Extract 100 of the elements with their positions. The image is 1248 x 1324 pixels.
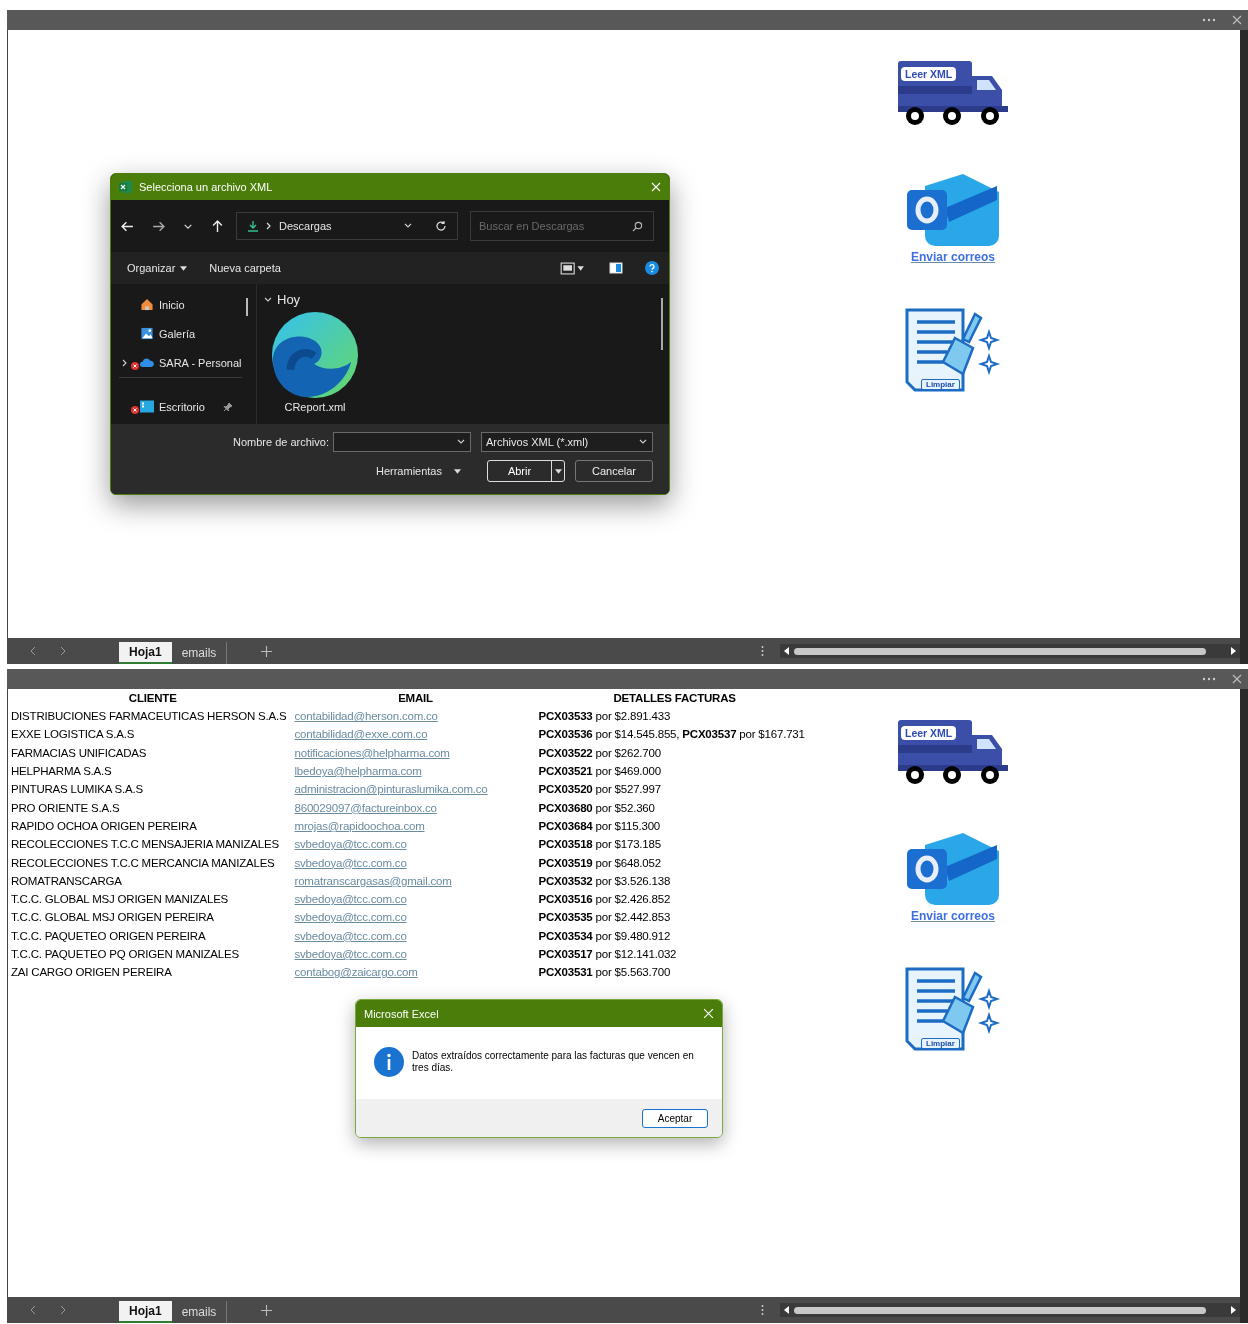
next-sheet-icon[interactable] xyxy=(59,1305,67,1315)
mail-app-icon xyxy=(905,831,1001,907)
client-cell: T.C.C. GLOBAL MSJ ORIGEN MANIZALES xyxy=(11,893,229,906)
add-sheet-icon[interactable] xyxy=(261,645,273,657)
cancel-button[interactable]: Cancelar xyxy=(575,460,653,482)
invoice-details-cell: PCX03521 por $469.000 xyxy=(538,765,661,778)
client-cell: ZAI CARGO ORIGEN PEREIRA xyxy=(11,966,172,979)
invoice-details-cell: PCX03680 por $52.360 xyxy=(538,801,655,814)
chevron-right-icon[interactable] xyxy=(121,358,129,367)
file-type-dropdown[interactable]: Archivos XML (*.xml) xyxy=(481,432,653,452)
send-mail-button[interactable]: Enviar correos xyxy=(905,831,1001,923)
clean-button[interactable]: Limpiar xyxy=(903,308,1003,394)
pin-icon xyxy=(222,401,233,412)
email-link[interactable]: notificaciones@helpharma.com xyxy=(294,746,450,759)
invoice-details-cell: PCX03517 por $12.141.032 xyxy=(538,948,677,960)
cloud-icon xyxy=(140,356,154,369)
previous-sheet-icon[interactable] xyxy=(29,646,37,656)
help-icon[interactable] xyxy=(645,261,659,275)
scroll-right-icon[interactable] xyxy=(1230,1306,1236,1314)
download-icon xyxy=(247,220,259,232)
email-link[interactable]: svbedoya@tcc.com.co xyxy=(294,838,407,851)
client-cell: EXXE LOGISTICA S.A.S xyxy=(11,728,135,741)
invoice-details-cell: PCX03520 por $527.997 xyxy=(538,783,661,796)
sheet-tab[interactable]: emails xyxy=(171,1301,228,1323)
leer-xml-button[interactable]: Leer XML xyxy=(897,60,1009,128)
email-link[interactable]: contabilidad@herson.com.co xyxy=(294,710,438,723)
nav-pane-item[interactable]: Inicio xyxy=(111,290,256,319)
client-cell: PINTURAS LUMIKA S.A.S xyxy=(11,783,143,796)
horizontal-scrollbar[interactable] xyxy=(780,644,1240,658)
spreadsheet-app-icon xyxy=(119,180,133,194)
scroll-left-icon[interactable] xyxy=(784,647,790,655)
truck-icon xyxy=(897,60,1009,128)
email-link[interactable]: administracion@pinturaslumika.com.co xyxy=(294,783,488,796)
send-mail-button[interactable]: Enviar correos xyxy=(905,172,1001,264)
email-link[interactable]: svbedoya@tcc.com.co xyxy=(294,929,407,942)
client-cell: T.C.C. PAQUETEO ORIGEN PEREIRA xyxy=(11,929,206,942)
horizontal-scrollbar[interactable] xyxy=(780,1303,1240,1317)
mail-app-icon xyxy=(905,172,1001,248)
clean-button[interactable]: Limpiar xyxy=(903,967,1003,1053)
sheet-tab[interactable]: emails xyxy=(171,642,228,664)
invoice-details-cell: PCX03536 por $14.545.855, PCX03537 por $167.731 xyxy=(538,728,805,741)
invoice-details-cell: PCX03531 por $5.563.700 xyxy=(538,966,671,979)
desktop-icon xyxy=(140,400,154,413)
group-header[interactable]: Hoy xyxy=(263,292,663,307)
email-link[interactable]: svbedoya@tcc.com.co xyxy=(294,856,407,869)
email-link[interactable]: svbedoya@tcc.com.co xyxy=(294,911,407,924)
email-link[interactable]: mrojas@rapidoochoa.com xyxy=(294,819,425,832)
up-arrow-icon[interactable] xyxy=(211,219,224,233)
open-button[interactable]: Abrir xyxy=(487,460,565,482)
more-icon[interactable] xyxy=(761,645,764,657)
email-link[interactable]: romatranscargasas@gmail.com xyxy=(294,874,452,887)
email-link[interactable]: svbedoya@tcc.com.co xyxy=(294,893,407,906)
back-arrow-icon[interactable] xyxy=(121,219,134,233)
close-icon[interactable] xyxy=(1232,674,1242,684)
client-cell: RECOLECCIONES T.C.C MENSAJERIA MANIZALES xyxy=(11,838,279,851)
refresh-icon[interactable] xyxy=(435,220,447,232)
scroll-right-icon[interactable] xyxy=(1230,647,1236,655)
forward-arrow-icon[interactable] xyxy=(152,219,165,233)
message-text: Datos extraídos correctamente para las facturas que vencen en tres días. xyxy=(412,1049,695,1075)
email-link[interactable]: contabilidad@exxe.com.co xyxy=(294,728,428,741)
new-folder-button[interactable]: Nueva carpeta xyxy=(209,262,281,274)
gallery-icon xyxy=(140,327,154,340)
nav-pane-item[interactable]: SARA - Personal xyxy=(111,348,256,377)
field-label: Nombre de archivo: xyxy=(233,436,329,448)
search-input[interactable]: Buscar en Descargas xyxy=(479,220,632,232)
email-link[interactable]: contabog@zaicargo.com xyxy=(294,966,418,979)
invoice-details-cell: PCX03535 por $2.442.853 xyxy=(538,911,671,924)
ok-button[interactable]: Aceptar xyxy=(642,1108,708,1128)
file-item[interactable]: CReport.xml xyxy=(269,311,361,413)
filename-field[interactable] xyxy=(333,432,471,452)
chevron-right-icon xyxy=(265,222,273,230)
nav-pane-item[interactable]: Galería xyxy=(111,319,256,348)
invoice-details-cell: PCX03684 por $115.300 xyxy=(538,819,661,832)
more-icon[interactable] xyxy=(1202,677,1216,681)
more-icon[interactable] xyxy=(1202,18,1216,22)
leer-xml-button[interactable]: Leer XML xyxy=(897,719,1009,787)
organize-menu-button[interactable]: Organizar xyxy=(127,262,188,274)
preview-pane-icon[interactable] xyxy=(609,261,623,275)
address-bar[interactable]: Descargas xyxy=(236,212,458,240)
email-link[interactable]: svbedoya@tcc.com.co xyxy=(294,948,407,960)
invoice-details-cell: PCX03533 por $2.891.433 xyxy=(538,710,671,723)
add-sheet-icon[interactable] xyxy=(261,1304,273,1316)
column-header: CLIENTE xyxy=(128,692,177,704)
sheet-tab[interactable]: Hoja1 xyxy=(119,642,172,664)
client-cell: FARMACIAS UNIFICADAS xyxy=(11,746,147,759)
close-icon[interactable] xyxy=(1232,15,1242,25)
email-link[interactable]: 860029097@factureinbox.co xyxy=(294,801,437,814)
more-icon[interactable] xyxy=(761,1304,764,1316)
sheet-tab[interactable]: Hoja1 xyxy=(119,1301,172,1323)
next-sheet-icon[interactable] xyxy=(59,646,67,656)
previous-sheet-icon[interactable] xyxy=(29,1305,37,1315)
tools-menu-button[interactable]: Herramientas xyxy=(369,464,467,478)
email-link[interactable]: lbedoya@helpharma.com xyxy=(294,765,422,778)
scroll-left-icon[interactable] xyxy=(784,1306,790,1314)
nav-pane-item[interactable]: Escritorio xyxy=(111,392,256,421)
client-cell: RAPIDO OCHOA ORIGEN PEREIRA xyxy=(11,819,197,832)
search-field[interactable]: Buscar en Descargas xyxy=(470,211,654,241)
column-header: DETALLES FACTURAS xyxy=(613,692,736,704)
client-cell: RECOLECCIONES T.C.C MERCANCIA MANIZALES xyxy=(11,856,275,869)
caret-icon xyxy=(554,468,562,474)
